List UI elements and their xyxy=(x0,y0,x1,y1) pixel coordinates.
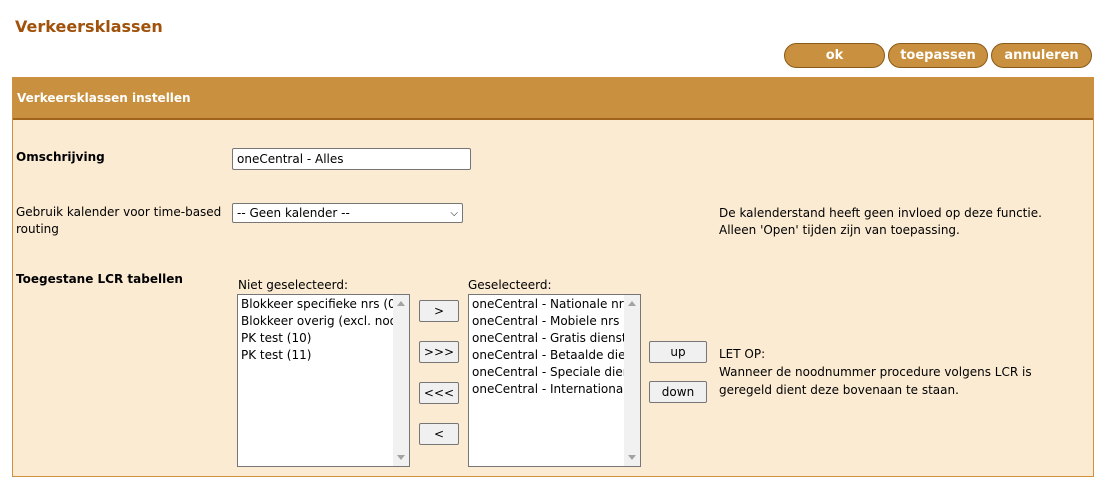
move-up-button[interactable]: up xyxy=(649,341,707,363)
selected-list[interactable]: oneCentral - Nationale nrs oneCentral - … xyxy=(468,294,641,467)
note-line1: Wanneer de noodnummer procedure volgens … xyxy=(719,365,1032,379)
calendar-note-line2: Alleen 'Open' tijden zijn van toepassing… xyxy=(719,223,960,237)
settings-panel: Verkeersklassen instellen Omschrijving G… xyxy=(12,77,1094,477)
unselected-label: Niet geselecteerd: xyxy=(238,278,349,292)
note-line2: geregeld dient deze bovenaan te staan. xyxy=(719,383,959,397)
scrollbar[interactable] xyxy=(393,295,409,466)
move-right-button[interactable]: > xyxy=(419,300,459,322)
move-left-button[interactable]: < xyxy=(419,423,459,445)
description-input[interactable] xyxy=(232,148,471,170)
calendar-note-line1: De kalenderstand heeft geen invloed op d… xyxy=(719,206,1042,220)
note-title: LET OP: xyxy=(719,347,766,361)
scroll-up-icon[interactable] xyxy=(397,301,405,306)
page-title: Verkeersklassen xyxy=(15,17,163,36)
list-item[interactable]: oneCentral - Nationale nrs xyxy=(472,296,626,313)
panel-title: Verkeersklassen instellen xyxy=(17,91,191,105)
calendar-label-line2: routing xyxy=(16,222,59,236)
scroll-down-icon[interactable] xyxy=(397,455,405,460)
calendar-label-line1: Gebruik kalender voor time-based xyxy=(16,205,222,219)
list-item[interactable]: oneCentral - Gratis dienst xyxy=(472,330,626,347)
toolbar: ok toepassen annuleren xyxy=(784,43,1092,68)
move-down-button[interactable]: down xyxy=(649,381,707,403)
lcr-label: Toegestane LCR tabellen xyxy=(16,272,183,286)
description-label: Omschrijving xyxy=(16,150,105,164)
calendar-select[interactable]: -- Geen kalender -- ⌵ xyxy=(232,203,463,223)
unselected-list[interactable]: Blokkeer specifieke nrs (0 Blokkeer over… xyxy=(237,294,410,467)
scroll-down-icon[interactable] xyxy=(628,455,636,460)
move-all-left-button[interactable]: <<< xyxy=(419,382,459,404)
panel-header: Verkeersklassen instellen xyxy=(13,78,1093,120)
calendar-select-value: -- Geen kalender -- xyxy=(237,206,350,220)
list-item[interactable]: Blokkeer overig (excl. noo xyxy=(241,313,395,330)
list-item[interactable]: Blokkeer specifieke nrs (0 xyxy=(241,296,395,313)
list-item[interactable]: oneCentral - Internationale xyxy=(472,381,626,398)
selected-label: Geselecteerd: xyxy=(468,278,552,292)
list-item[interactable]: oneCentral - Speciale dien xyxy=(472,364,626,381)
ok-button[interactable]: ok xyxy=(784,43,885,68)
apply-button[interactable]: toepassen xyxy=(888,43,988,68)
scroll-up-icon[interactable] xyxy=(628,301,636,306)
list-item[interactable]: oneCentral - Betaalde dien xyxy=(472,347,626,364)
list-item[interactable]: oneCentral - Mobiele nrs ( xyxy=(472,313,626,330)
scrollbar[interactable] xyxy=(624,295,640,466)
list-item[interactable]: PK test (11) xyxy=(241,347,395,364)
list-item[interactable]: PK test (10) xyxy=(241,330,395,347)
move-all-right-button[interactable]: >>> xyxy=(419,341,459,363)
chevron-down-icon: ⌵ xyxy=(450,207,458,219)
cancel-button[interactable]: annuleren xyxy=(991,43,1092,68)
